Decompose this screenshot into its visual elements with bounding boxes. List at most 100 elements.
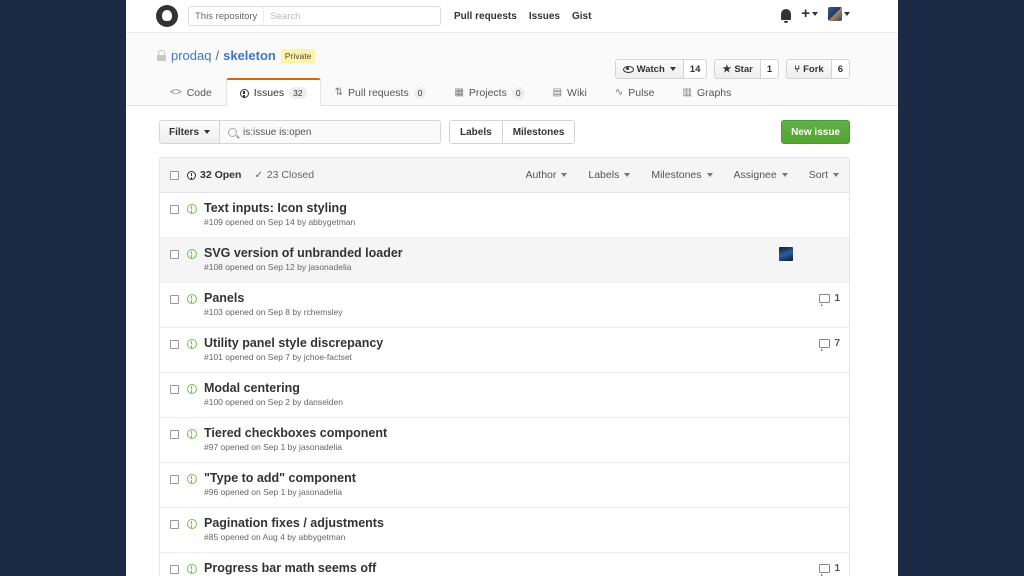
issue-open-icon (187, 294, 197, 304)
issue-meta: #101 opened on Sep 7 by jchoe-factset (204, 352, 352, 362)
issue-text: Tiered checkboxes component #97 opened o… (204, 426, 387, 452)
issue-text: Text inputs: Icon styling #109 opened on… (204, 201, 355, 227)
assignee-avatar[interactable] (779, 247, 793, 261)
issue-checkbox[interactable] (170, 295, 179, 304)
author-filter[interactable]: Author (525, 169, 568, 181)
issue-meta: #97 opened on Sep 1 by jasonadelia (204, 442, 343, 452)
issue-checkbox[interactable] (170, 385, 179, 394)
nav-issues[interactable]: Issues (529, 11, 560, 22)
tab-pull-requests[interactable]: ⇅ Pull requests 0 (321, 78, 441, 106)
issue-title-link[interactable]: Modal centering (204, 381, 343, 395)
header-actions: + (781, 6, 850, 23)
filters-button[interactable]: Filters (159, 120, 221, 144)
issue-title-link[interactable]: SVG version of unbranded loader (204, 246, 403, 260)
fork-count[interactable]: 6 (830, 60, 849, 78)
comments-link[interactable]: 1 (819, 293, 840, 306)
repo-owner-link[interactable]: prodaq (171, 48, 211, 63)
notification-bell-icon[interactable] (781, 8, 792, 23)
search-box[interactable]: This repository (188, 6, 441, 26)
tab-label: Pull requests (348, 86, 409, 99)
issue-title-link[interactable]: Progress bar math seems off (204, 561, 376, 575)
create-new-dropdown[interactable]: + (801, 6, 818, 21)
repo-separator: / (215, 48, 220, 63)
open-issues-link[interactable]: 32 Open (187, 169, 241, 181)
comments-link[interactable]: 7 (819, 338, 840, 351)
star-label: Star (734, 63, 753, 75)
labels-button[interactable]: Labels (449, 120, 503, 144)
filter-input[interactable] (243, 126, 434, 138)
issue-title-link[interactable]: Pagination fixes / adjustments (204, 516, 384, 530)
watch-count[interactable]: 14 (682, 60, 707, 78)
issue-checkbox[interactable] (170, 250, 179, 259)
issue-icon (187, 170, 196, 180)
milestones-filter[interactable]: Milestones (651, 169, 713, 181)
github-logo-icon[interactable] (156, 5, 178, 27)
fork-label: Fork (803, 63, 824, 75)
lock-icon (157, 50, 166, 61)
top-nav: Pull requests Issues Gist (454, 11, 591, 22)
tab-graphs[interactable]: ▥ Graphs (669, 78, 746, 106)
tab-code[interactable]: <> Code (156, 78, 226, 106)
comment-icon (819, 294, 831, 306)
issue-checkbox[interactable] (170, 565, 179, 574)
fork-button-group: ⑂ Fork 6 (786, 59, 850, 79)
star-count[interactable]: 1 (759, 60, 779, 78)
issue-title-link[interactable]: Tiered checkboxes component (204, 426, 387, 440)
issue-checkbox[interactable] (170, 340, 179, 349)
watch-button[interactable]: Watch (615, 60, 683, 78)
issue-title-link[interactable]: "Type to add" component (204, 471, 356, 485)
filter-label: Assignee (733, 169, 777, 181)
repo-actions: Watch 14 ★ Star 1 ⑂ Fork 6 (614, 59, 850, 79)
nav-pull-requests[interactable]: Pull requests (454, 11, 517, 22)
issue-text: Modal centering #100 opened on Sep 2 by … (204, 381, 343, 407)
assignee-filter[interactable]: Assignee (734, 169, 788, 181)
issue-title-link[interactable]: Utility panel style discrepancy (204, 336, 383, 350)
tab-count: 32 (289, 87, 307, 99)
issue-title-link[interactable]: Text inputs: Icon styling (204, 201, 355, 215)
issue-checkbox[interactable] (170, 430, 179, 439)
tab-pulse[interactable]: ∿ Pulse (601, 78, 669, 106)
tab-wiki[interactable]: ▤ Wiki (539, 78, 601, 106)
search-input[interactable] (264, 10, 435, 22)
milestones-button[interactable]: Milestones (502, 120, 576, 144)
issue-meta: #100 opened on Sep 2 by danselden (204, 397, 343, 407)
issue-open-icon (187, 204, 197, 214)
star-button[interactable]: ★ Star (715, 60, 760, 78)
issue-text: Utility panel style discrepancy #101 ope… (204, 336, 383, 362)
new-issue-button[interactable]: New issue (781, 120, 850, 144)
chevron-down-icon (844, 12, 850, 16)
closed-issues-link[interactable]: ✓ 23 Closed (254, 169, 314, 181)
site-header: This repository Pull requests Issues Gis… (126, 0, 898, 32)
fork-button[interactable]: ⑂ Fork (787, 60, 831, 78)
repo-header: prodaq / skeleton Private Watch 14 ★ Sta… (126, 32, 898, 106)
tab-issues[interactable]: Issues 32 (225, 78, 321, 106)
comment-count: 1 (834, 293, 840, 304)
issues-list: 32 Open ✓ 23 Closed Author Labels Milest… (159, 157, 850, 576)
issue-row: Tiered checkboxes component #97 opened o… (160, 418, 849, 463)
star-icon: ★ (722, 63, 732, 75)
issue-checkbox[interactable] (170, 520, 179, 529)
filter-label: Labels (588, 169, 620, 181)
select-all-checkbox[interactable] (170, 170, 179, 180)
comment-icon (819, 564, 831, 576)
tab-projects[interactable]: ▦ Projects 0 (440, 78, 538, 106)
nav-gist[interactable]: Gist (572, 11, 591, 22)
sort-filter[interactable]: Sort (809, 169, 839, 181)
chevron-down-icon (781, 173, 788, 177)
issue-checkbox[interactable] (170, 205, 179, 214)
issue-row: Pagination fixes / adjustments #85 opene… (160, 508, 849, 553)
issue-title-link[interactable]: Panels (204, 291, 342, 305)
user-menu[interactable] (828, 7, 850, 21)
tab-count: 0 (511, 86, 525, 99)
issue-open-icon (187, 339, 197, 349)
star-button-group: ★ Star 1 (714, 59, 780, 79)
filter-search[interactable] (220, 120, 442, 144)
repo-name-link[interactable]: skeleton (223, 48, 276, 63)
github-page: This repository Pull requests Issues Gis… (126, 0, 898, 576)
comments-link[interactable]: 1 (819, 563, 840, 576)
filter-label: Author (525, 169, 557, 181)
issue-checkbox[interactable] (170, 475, 179, 484)
closed-count-label: 23 Closed (266, 169, 315, 181)
labels-filter[interactable]: Labels (588, 169, 631, 181)
repo-tabs: <> Code Issues 32 ⇅ Pull requests 0 ▦ Pr… (156, 78, 745, 106)
